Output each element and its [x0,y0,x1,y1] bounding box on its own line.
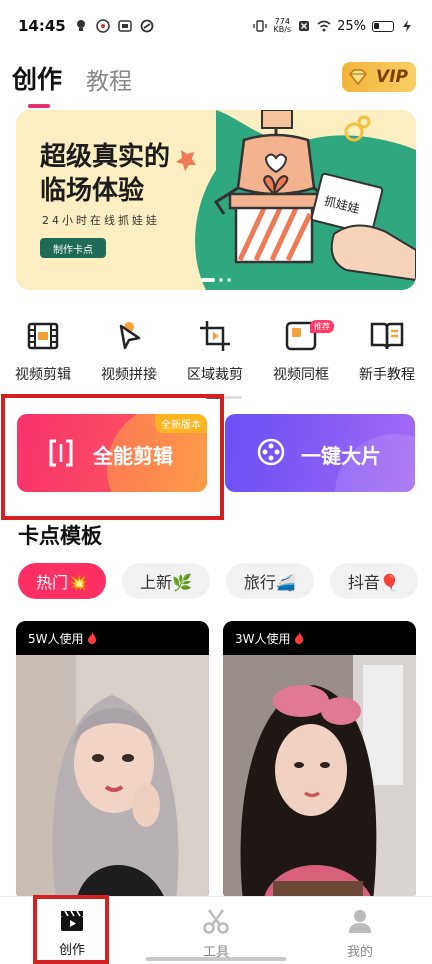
banner-pagination [16,278,416,282]
recommend-badge: 推荐 [310,320,334,333]
tool-label: 区域裁剪 [187,367,243,383]
user-icon [349,910,371,933]
banner-subtitle: 24小时在线抓娃娃 [42,214,160,227]
tool-region-crop[interactable]: 区域裁剪 [172,318,258,384]
chip-new[interactable]: 上新🌿 [121,563,210,599]
chip-travel[interactable]: 旅行🚄 [225,563,314,599]
auto-card-label: 一键大片 [301,444,381,468]
crop-icon [200,321,230,351]
vip-diamond-icon [348,69,368,86]
film-reel-icon [257,438,285,466]
top-tabs: 创作 教程 [12,60,132,108]
template-card[interactable]: 5W人使用 [16,621,209,901]
banner-title: 超级真实的 临场体验 [40,142,171,206]
template-chips: 热门💥 上新🌿 旅行🚄 抖音🎈 [18,563,418,599]
usage-count: 3W人使用 [223,621,416,655]
template-grid: 5W人使用 3W人使用 [16,621,416,901]
usage-count: 5W人使用 [16,621,209,655]
vip-button[interactable]: VIP [342,62,416,92]
section-title: 卡点模板 [18,524,102,548]
status-bar: 14:45 774 KB/s 25% [0,0,432,52]
book-icon [370,322,404,350]
template-thumbnail [16,655,209,901]
banner-dot [227,278,231,282]
sync-icon [140,19,154,33]
tool-video-merge[interactable]: 视频拼接 [86,318,172,384]
tab-tutorial[interactable]: 教程 [86,62,132,108]
tool-beginner-tutorial[interactable]: 新手教程 [344,318,430,384]
net-speed: 774 KB/s [273,17,292,34]
template-thumbnail [223,655,416,901]
nav-tools[interactable]: 工具 [144,897,288,964]
one-click-film-card[interactable]: 一键大片 [225,414,415,492]
scissors-icon [203,909,229,934]
banner-make-button[interactable]: 制作卡点 [40,238,106,258]
tools-row: 视频剪辑 视频拼接 区域裁剪 推荐 视频同框 新手教程 [0,318,432,384]
chip-hot[interactable]: 热门💥 [18,563,106,599]
home-indicator [146,957,286,961]
gallery-icon [118,20,132,32]
chip-douyin[interactable]: 抖音🎈 [329,563,418,599]
app-notification-icon [96,19,110,33]
highlight-box [1,394,224,520]
fire-icon [87,632,96,644]
banner-dot [201,278,215,282]
wifi-icon [317,20,331,32]
battery-icon [372,20,394,32]
film-icon [27,322,59,350]
tool-label: 新手教程 [359,367,415,383]
tool-video-edit[interactable]: 视频剪辑 [0,318,86,384]
vip-label: VIP [376,67,408,87]
highlight-box [33,895,109,964]
charging-icon [403,20,411,32]
tool-label: 视频拼接 [101,367,157,383]
play-cursor-icon [119,322,141,350]
vibrate-icon [253,20,268,32]
status-time: 14:45 [18,17,66,35]
banner-dot [219,278,223,282]
tab-create[interactable]: 创作 [12,60,62,108]
no-sim-icon [299,21,310,31]
tool-video-sameframe[interactable]: 推荐 视频同框 [258,318,344,384]
template-card[interactable]: 3W人使用 [223,621,416,901]
battery-percent: 25% [337,18,366,34]
nav-label: 我的 [346,945,373,960]
lightbulb-icon [76,20,85,31]
fire-icon [294,632,303,644]
nav-profile[interactable]: 我的 [288,897,432,964]
tool-label: 视频同框 [273,367,329,383]
promo-banner[interactable]: 超级真实的 临场体验 24小时在线抓娃娃 制作卡点 抓娃娃 [16,110,416,290]
tool-label: 视频剪辑 [15,367,71,383]
